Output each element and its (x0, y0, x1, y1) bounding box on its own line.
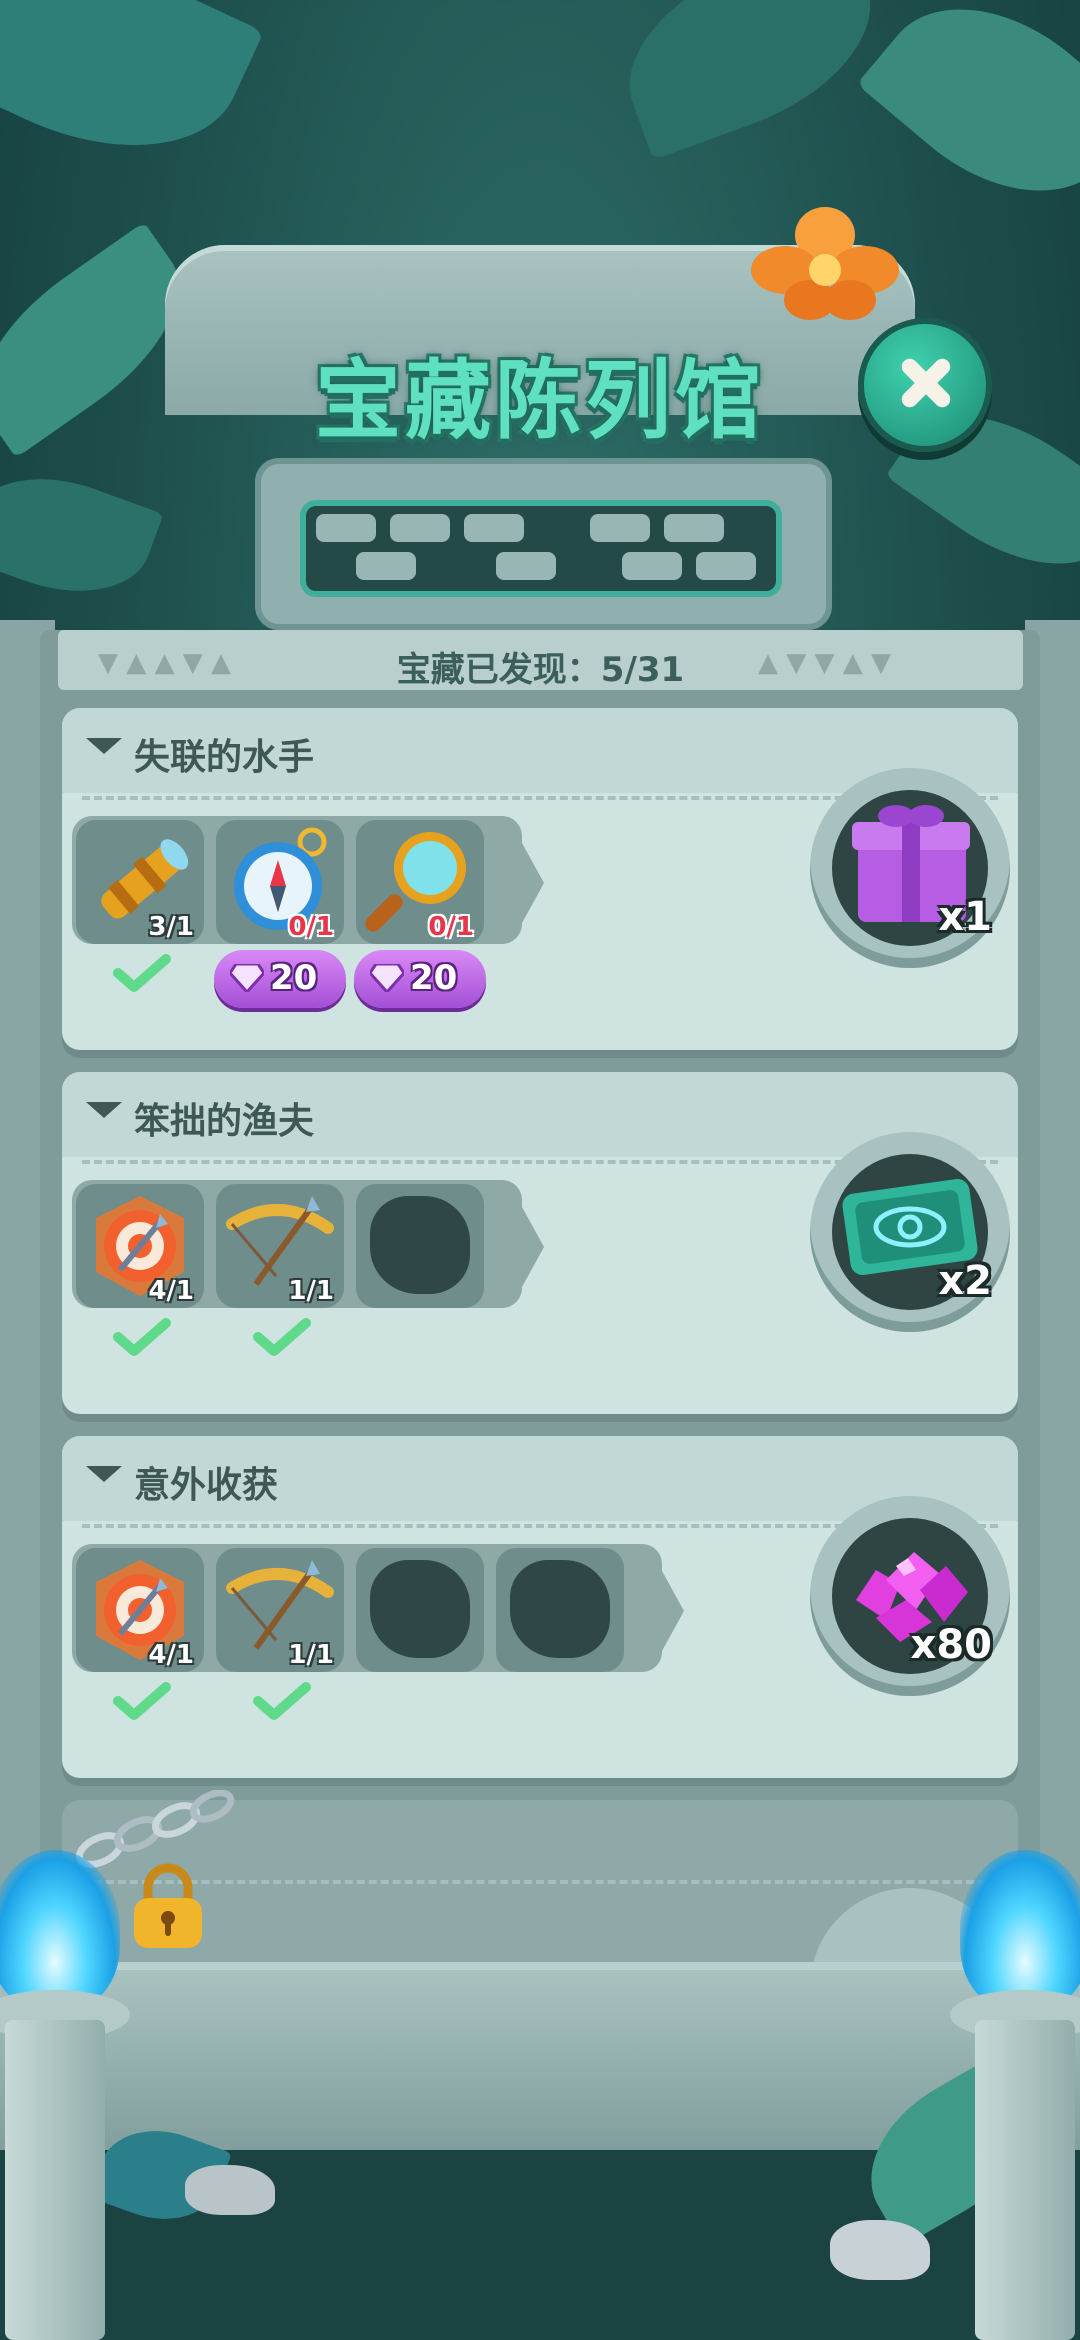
leaf-decoration (0, 0, 264, 195)
discovery-counter-label: 宝藏已发现： (396, 650, 601, 690)
torch-pillar (975, 2020, 1075, 2340)
reward-quantity: x80 (910, 1622, 992, 1668)
item-count: 1/1 (288, 1640, 334, 1670)
jungle-floor (0, 2053, 1080, 2340)
buy-with-gems-button[interactable]: 20 (214, 950, 346, 1008)
buy-with-gems-button[interactable]: 20 (354, 950, 486, 1008)
discovery-counter-value: 5/31 (600, 650, 685, 690)
arrow-tab-icon (502, 1207, 544, 1287)
set-title: 笨拙的渔夫 (134, 1101, 315, 1142)
brick-decoration (390, 514, 450, 542)
item-count: 0/1 (428, 912, 474, 942)
brick-decoration (622, 552, 682, 580)
blue-torch-right (950, 1850, 1080, 2340)
item-count: 1/1 (288, 1276, 334, 1306)
close-button[interactable] (858, 318, 992, 452)
brick-decoration (496, 552, 556, 580)
treasure-item-slot[interactable]: 4/1 (76, 1184, 204, 1308)
treasure-set-card: 笨拙的渔夫 4/1 1/1 x2 (62, 1072, 1018, 1414)
brick-decoration (464, 514, 524, 542)
treasure-item-slot[interactable]: 1/1 (216, 1548, 344, 1672)
locked-slot-icon (370, 1560, 470, 1658)
treasure-item-slot[interactable]: 0/1 (356, 820, 484, 944)
set-title: 失联的水手 (134, 737, 315, 778)
divider (82, 1880, 998, 1884)
rock-decoration (830, 2220, 930, 2280)
brick-decoration (590, 514, 650, 542)
reward-quantity: x2 (938, 1258, 992, 1304)
locked-treasure-slot (356, 1548, 484, 1672)
brick-decoration (356, 552, 416, 580)
treasure-item-slot[interactable]: 3/1 (76, 820, 204, 944)
set-reward[interactable]: x80 (810, 1496, 1010, 1696)
collection-slot-frame (300, 500, 782, 597)
rock-decoration (185, 2165, 275, 2215)
brick-decoration (316, 514, 376, 542)
chevron-down-icon (86, 1102, 122, 1118)
gem-icon (230, 964, 264, 992)
page-title: 宝藏陈列馆 (315, 351, 765, 451)
item-count: 4/1 (148, 1276, 194, 1306)
gem-icon (370, 964, 404, 992)
set-reward[interactable]: x1 (810, 768, 1010, 968)
chevron-down-icon (86, 738, 122, 754)
discovery-counter: 宝藏已发现：5/31 (58, 642, 1023, 691)
gem-cost: 20 (270, 958, 318, 998)
locked-slot-icon (510, 1560, 610, 1658)
check-icon (113, 1682, 171, 1720)
check-icon (113, 1318, 171, 1356)
item-count: 4/1 (148, 1640, 194, 1670)
set-reward[interactable]: x2 (810, 1132, 1010, 1332)
leaf-decoration (856, 0, 1080, 239)
treasure-item-slot[interactable]: 4/1 (76, 1548, 204, 1672)
gem-cost: 20 (410, 958, 458, 998)
item-count: 0/1 (288, 912, 334, 942)
check-icon (253, 1682, 311, 1720)
leaf-decoration (602, 0, 898, 160)
locked-treasure-slot (356, 1184, 484, 1308)
torch-pillar (5, 2020, 105, 2340)
flower-decoration (751, 207, 899, 320)
treasure-set-card: 失联的水手 3/1 0/1 0/1 20 20 x1 (62, 708, 1018, 1050)
locked-slot-icon (370, 1196, 470, 1294)
brick-decoration (696, 552, 756, 580)
item-count: 3/1 (148, 912, 194, 942)
arrow-tab-icon (502, 843, 544, 923)
reward-quantity: x1 (938, 894, 992, 940)
set-title: 意外收获 (134, 1465, 279, 1506)
chevron-down-icon (86, 1466, 122, 1482)
blue-torch-left (0, 1850, 130, 2340)
leaf-decoration (0, 452, 164, 618)
blue-flame-icon (0, 1850, 120, 2010)
padlock-icon (134, 1863, 202, 1948)
treasure-item-slot[interactable]: 0/1 (216, 820, 344, 944)
treasure-set-card: 意外收获 4/1 1/1 x80 (62, 1436, 1018, 1778)
locked-treasure-slot (496, 1548, 624, 1672)
treasure-item-slot[interactable]: 1/1 (216, 1184, 344, 1308)
discovery-counter-bar: ▼ ▲ ▲ ▼ ▲ ▲ ▼ ▼ ▲ ▼ 宝藏已发现：5/31 (58, 630, 1023, 690)
blue-flame-icon (960, 1850, 1080, 2010)
arrow-tab-icon (642, 1571, 684, 1651)
check-icon (113, 954, 171, 992)
brick-decoration (664, 514, 724, 542)
check-icon (253, 1318, 311, 1356)
